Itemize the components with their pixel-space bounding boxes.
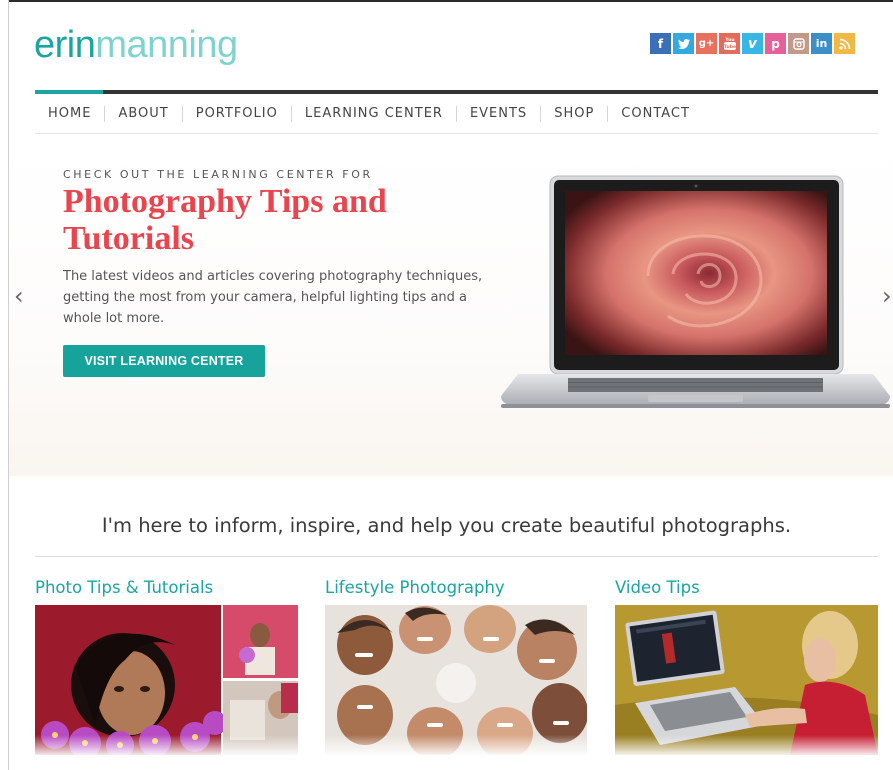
nav-learning-center[interactable]: LEARNING CENTER bbox=[290, 106, 456, 122]
vimeo-icon[interactable]: v bbox=[742, 33, 763, 54]
nav-home[interactable]: HOME bbox=[35, 106, 104, 122]
svg-text:You: You bbox=[724, 37, 734, 43]
nav-portfolio[interactable]: PORTFOLIO bbox=[181, 106, 291, 122]
facebook-icon[interactable]: f bbox=[650, 33, 671, 54]
thumbnail-fade bbox=[325, 735, 587, 755]
thumbnail-fade bbox=[35, 735, 298, 755]
instagram-icon[interactable] bbox=[788, 33, 809, 54]
twitter-icon[interactable] bbox=[673, 33, 694, 54]
nav-about[interactable]: ABOUT bbox=[104, 106, 181, 122]
laptop-rose-image bbox=[501, 175, 890, 408]
main-nav: HOME ABOUT PORTFOLIO LEARNING CENTER EVE… bbox=[35, 106, 703, 122]
youtube-icon[interactable]: You Tube bbox=[719, 33, 740, 54]
nav-events[interactable]: EVENTS bbox=[455, 106, 540, 122]
visit-learning-center-button[interactable]: VISIT LEARNING CENTER bbox=[63, 345, 265, 377]
hero-title: Photography Tips and Tutorials bbox=[63, 183, 387, 257]
photo-tips-collage-image bbox=[35, 605, 298, 755]
window-left-border bbox=[0, 0, 9, 770]
hero-description: The latest videos and articles covering … bbox=[63, 269, 483, 326]
google-plus-icon[interactable]: g+ bbox=[696, 33, 717, 54]
pinterest-icon[interactable]: p bbox=[765, 33, 786, 54]
thumbnail-fade bbox=[615, 735, 878, 755]
svg-text:Tube: Tube bbox=[723, 44, 735, 50]
photo-tips-title[interactable]: Photo Tips & Tutorials bbox=[35, 578, 213, 597]
video-tips-laptop-image bbox=[615, 605, 878, 755]
nav-top-border bbox=[35, 90, 878, 94]
nav-contact[interactable]: CONTACT bbox=[607, 106, 703, 122]
video-tips-thumbnail[interactable] bbox=[615, 605, 878, 755]
hero-eyebrow: CHECK OUT THE LEARNING CENTER FOR bbox=[63, 168, 373, 181]
nav-active-accent bbox=[35, 90, 103, 94]
photo-tips-thumbnail[interactable] bbox=[35, 605, 298, 755]
linkedin-icon[interactable]: in bbox=[811, 33, 832, 54]
site-logo[interactable]: erinmanning bbox=[34, 24, 238, 67]
social-links: f g+ You Tube v p in bbox=[650, 33, 855, 54]
lifestyle-thumbnail[interactable] bbox=[325, 605, 587, 755]
video-tips-title[interactable]: Video Tips bbox=[615, 578, 700, 597]
site-tagline: I'm here to inform, inspire, and help yo… bbox=[101, 514, 792, 537]
tagline-divider bbox=[35, 556, 878, 557]
lifestyle-group-image bbox=[325, 605, 587, 755]
logo-part-manning: manning bbox=[95, 24, 238, 66]
rss-icon[interactable] bbox=[834, 33, 855, 54]
window-top-border bbox=[0, 0, 893, 2]
logo-part-erin: erin bbox=[34, 24, 96, 66]
slider-prev-arrow[interactable]: ‹ bbox=[14, 282, 24, 310]
lifestyle-photography-title[interactable]: Lifestyle Photography bbox=[325, 578, 505, 597]
nav-shop[interactable]: SHOP bbox=[540, 106, 607, 122]
nav-divider bbox=[35, 133, 878, 134]
